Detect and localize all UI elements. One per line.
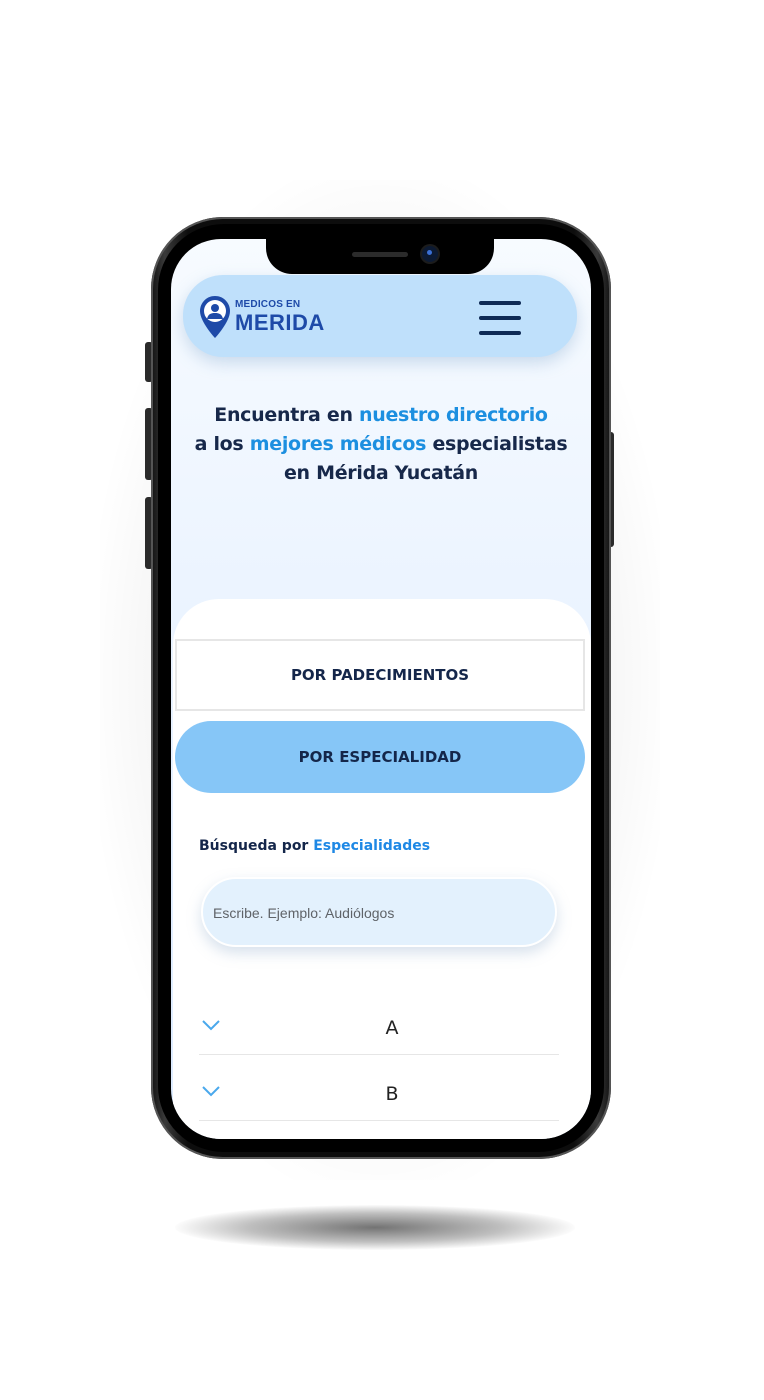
hero-heading: Encuentra en nuestro directorio a los me… — [171, 401, 591, 488]
hamburger-menu-icon[interactable] — [479, 297, 523, 339]
site-logo[interactable]: MEDICOS EN MERIDA — [199, 295, 325, 339]
phone-floor-shadow — [175, 1205, 575, 1250]
logo-text: MEDICOS EN MERIDA — [235, 300, 325, 334]
menu-bar — [479, 301, 521, 305]
divider — [199, 1120, 559, 1121]
hero-highlight: mejores médicos — [249, 433, 427, 455]
map-pin-doctor-icon — [200, 296, 230, 338]
site-header: MEDICOS EN MERIDA — [183, 275, 577, 357]
phone-mockup: MEDICOS EN MERIDA Encuentra en nuestro d… — [151, 217, 611, 1159]
speaker-grille — [352, 252, 408, 257]
hero-highlight: nuestro directorio — [359, 404, 548, 426]
divider — [199, 1054, 559, 1055]
search-label-text: Búsqueda por — [199, 838, 314, 854]
tab-por-especialidad[interactable]: POR ESPECIALIDAD — [175, 721, 585, 793]
accordion-item-b[interactable]: B — [199, 1065, 561, 1125]
search-input[interactable] — [213, 901, 543, 925]
front-camera-icon — [422, 246, 438, 262]
menu-bar — [479, 331, 521, 335]
hero-text: Encuentra en — [214, 404, 360, 426]
accordion-letter: A — [385, 1017, 399, 1039]
accordion-item-a[interactable]: A — [199, 999, 561, 1059]
phone-notch — [266, 228, 494, 274]
search-label-highlight: Especialidades — [313, 838, 431, 854]
hero-line-1: Encuentra en nuestro directorio — [171, 401, 591, 430]
tab-por-padecimientos[interactable]: POR PADECIMIENTOS — [175, 639, 585, 711]
hero-line-2: a los mejores médicos especialistas — [171, 430, 591, 459]
logo-line-2: MERIDA — [235, 310, 325, 335]
hero-text: a los — [194, 433, 250, 455]
search-label: Búsqueda por Especialidades — [199, 838, 430, 854]
search-box — [201, 877, 557, 947]
accordion-item-c[interactable]: C — [199, 1131, 561, 1139]
hero-text: especialistas — [426, 433, 568, 455]
accordion-letter: B — [385, 1083, 399, 1105]
logo-line-1: MEDICOS EN — [235, 299, 301, 310]
hero-line-3: en Mérida Yucatán — [283, 462, 479, 484]
phone-screen: MEDICOS EN MERIDA Encuentra en nuestro d… — [171, 239, 591, 1139]
menu-bar — [479, 316, 521, 320]
